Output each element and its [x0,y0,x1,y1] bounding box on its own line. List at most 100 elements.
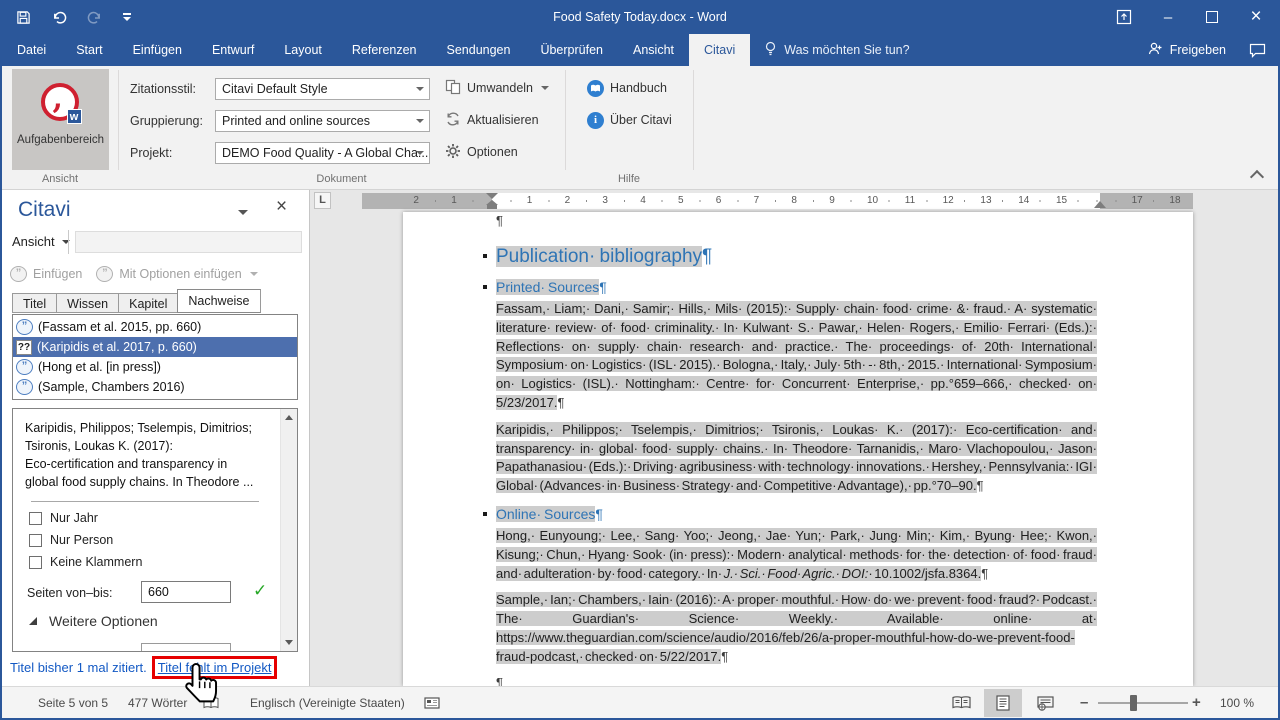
citation-row-selected[interactable]: ?? (Karipidis et al. 2017, p. 660) [13,337,297,357]
share-button[interactable]: Freigeben [1137,34,1236,66]
ruler-number: 6 [714,195,724,207]
ribbon-tab-sendungen[interactable]: Sendungen [432,34,526,66]
citation-row[interactable]: ” (Fassam et al. 2015, pp. 660) [13,317,297,337]
heading-publication-bibliography[interactable]: Publication· bibliography¶ [496,244,1097,269]
checkbox-nur-person[interactable]: Nur Person [29,531,113,549]
grouping-select[interactable]: Printed and online sources [215,110,430,132]
bibliography-entry-fassam[interactable]: Fassam,· Liam;· Dani,· Samir;· Hills,· M… [496,300,1097,413]
web-layout-button[interactable] [1026,689,1064,717]
ruler-number: 2 [563,195,573,207]
checkbox-icon [29,556,42,569]
zoom-in-button[interactable]: + [1192,687,1201,718]
checkbox-keine-klammern[interactable]: Keine Klammern [29,553,142,571]
project-select[interactable]: DEMO Food Quality - A Global Cha... [215,142,430,164]
ribbon-tab-layout[interactable]: Layout [269,34,337,66]
citation-row[interactable]: ” (Sample, Chambers 2016) [13,377,297,397]
bibliography-entry-karipidis[interactable]: Karipidis,· Philippos;· Tselempis,· Dimi… [496,421,1097,496]
zoom-slider-thumb[interactable] [1130,695,1137,711]
document-page[interactable]: ¶ Publication· bibliography¶ Printed· So… [403,212,1193,686]
heading-printed-sources[interactable]: Printed· Sources¶ [496,278,1097,297]
pane-menu-chevron-icon[interactable] [238,210,248,215]
ribbon-tab-referenzen[interactable]: Referenzen [337,34,432,66]
word-window: Food Safety Today.docx - Word – × Datei … [0,0,1280,720]
insert-button[interactable]: Einfügen [33,267,82,281]
ribbon-citavi: , w Aufgabenbereich Zitationsstil: Citav… [2,66,1278,190]
read-mode-button[interactable] [942,689,980,717]
horizontal-ruler[interactable]: 211234567891011121314151718 [362,193,1193,209]
pane-tab-wissen[interactable]: Wissen [56,293,118,313]
citation-row[interactable]: ” (Hong et al. [in press]) [13,357,297,377]
right-indent-marker[interactable] [1094,201,1106,208]
gear-icon [445,143,461,162]
tab-stop-selector[interactable]: L [314,192,331,209]
keep-with-next-marker [483,512,487,516]
taskpane-button[interactable]: , w Aufgabenbereich [12,69,109,170]
ribbon-tab-ueberpruefen[interactable]: Überprüfen [525,34,618,66]
citavi-pane: Citavi × Ansicht ” Einfügen ” Mit Option… [2,190,310,686]
pane-close-icon[interactable]: × [276,196,287,218]
scroll-down-icon[interactable] [285,640,293,645]
checkbox-icon [29,512,42,525]
ruler-number: 4 [638,195,648,207]
pages-range-input[interactable]: 660 [141,581,231,603]
citation-label: (Fassam et al. 2015, pp. 660) [38,320,201,334]
save-icon[interactable] [16,10,31,25]
macro-record-icon[interactable] [424,687,440,718]
about-button[interactable]: i Über Citavi [587,110,672,130]
close-button[interactable]: × [1234,0,1278,34]
pane-search-input[interactable] [75,231,302,253]
document-content[interactable]: ¶ Publication· bibliography¶ Printed· So… [496,213,1097,686]
zoom-level[interactable]: 100 % [1220,687,1254,718]
refresh-button[interactable]: Aktualisieren [445,110,539,130]
scroll-up-icon[interactable] [285,415,293,420]
ribbon-tab-ansicht[interactable]: Ansicht [618,34,689,66]
ribbon-display-options-icon[interactable] [1102,0,1146,34]
print-layout-button[interactable] [984,689,1022,717]
word-count[interactable]: 477 Wörter [128,687,187,718]
insert-with-options-button[interactable]: Mit Optionen einfügen [119,267,241,281]
heading-online-sources[interactable]: Online· Sources¶ [496,505,1097,524]
pane-view-button[interactable]: Ansicht [12,234,70,249]
ribbon-tab-datei[interactable]: Datei [2,34,61,66]
convert-button[interactable]: Umwandeln [445,78,549,98]
bibliography-entry-hong[interactable]: Hong,· Eunyoung;· Lee,· Sang· Yoo;· Jeon… [496,527,1097,583]
zoom-out-button[interactable]: – [1080,687,1088,718]
customize-toolbar-icon[interactable] [123,13,131,21]
ribbon-tab-start[interactable]: Start [61,34,117,66]
clipped-input[interactable] [141,643,231,652]
collapse-ribbon-icon[interactable] [1250,170,1264,184]
page-count[interactable]: Seite 5 von 5 [38,687,108,718]
citation-label: (Karipidis et al. 2017, p. 660) [37,340,197,354]
checkbox-nur-jahr[interactable]: Nur Jahr [29,509,98,527]
language-indicator[interactable]: Englisch (Vereinigte Staaten) [250,687,405,718]
refresh-icon [445,111,461,130]
tell-me-box[interactable]: Was möchten Sie tun? [750,34,923,66]
citation-detail-box: Karipidis, Philippos; Tselempis, Dimitri… [12,408,298,652]
pane-tab-titel[interactable]: Titel [12,293,56,313]
redo-icon[interactable] [87,10,103,25]
ribbon-tab-entwurf[interactable]: Entwurf [197,34,269,66]
ribbon-tab-einfuegen[interactable]: Einfügen [118,34,197,66]
manual-button[interactable]: Handbuch [587,78,667,98]
detail-scrollbar[interactable] [280,409,297,651]
maximize-button[interactable] [1190,0,1234,34]
zoom-slider-track[interactable] [1098,702,1188,704]
first-line-indent-marker[interactable] [486,193,498,199]
options-button[interactable]: Optionen [445,142,518,162]
undo-icon[interactable] [51,10,67,25]
bibliography-entry-sample[interactable]: Sample,· Ian;· Chambers,· Iain· (2016):·… [496,591,1097,666]
pane-tab-nachweise[interactable]: Nachweise [177,289,260,313]
expander-triangle-icon[interactable] [29,617,37,625]
left-indent-marker[interactable] [487,205,497,209]
maximize-icon [1206,11,1218,23]
ribbon-tab-citavi[interactable]: Citavi [689,34,750,66]
pane-tab-kapitel[interactable]: Kapitel [118,293,177,313]
more-options-toggle[interactable]: Weitere Optionen [49,613,158,629]
ruler-number: 1 [449,195,459,207]
manual-book-icon [587,80,604,97]
grouping-label: Gruppierung: [130,110,203,132]
ruler-number: 3 [600,195,610,207]
citation-style-select[interactable]: Citavi Default Style [215,78,430,100]
comments-icon[interactable] [1236,34,1278,66]
minimize-button[interactable]: – [1146,0,1190,34]
